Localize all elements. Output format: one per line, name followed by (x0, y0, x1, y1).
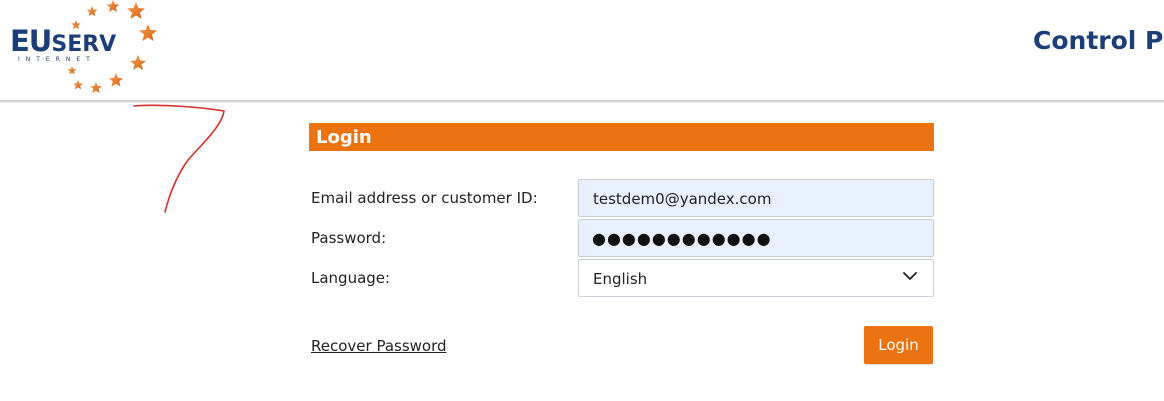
email-value: testdem0@yandex.com (593, 190, 772, 208)
language-row: Language: English (309, 259, 934, 297)
password-label: Password: (311, 229, 387, 247)
chevron-down-icon (903, 272, 917, 280)
password-mask: ●●●●●●●●●●●● (592, 229, 772, 248)
login-button[interactable]: Login (864, 326, 933, 364)
password-field[interactable]: ●●●●●●●●●●●● (578, 219, 934, 257)
page-title: Control P (1033, 26, 1164, 55)
password-row: Password: ●●●●●●●●●●●● (309, 219, 934, 257)
euserv-logo[interactable]: EUSERV INTERNET (0, 0, 170, 100)
language-select[interactable]: English (578, 259, 934, 297)
login-heading: Login (309, 123, 934, 151)
red-pen-annotation (133, 104, 225, 213)
logo-wordmark: EUSERV (10, 24, 117, 58)
login-panel: Login Email address or customer ID: test… (309, 123, 934, 297)
language-label: Language: (311, 269, 391, 287)
language-value: English (593, 270, 648, 288)
email-label: Email address or customer ID: (311, 189, 538, 207)
logo-subtitle: INTERNET (18, 56, 96, 63)
page-header: EUSERV INTERNET Control P (0, 0, 1164, 100)
recover-password-link[interactable]: Recover Password (311, 337, 447, 355)
email-field[interactable]: testdem0@yandex.com (578, 179, 934, 217)
email-row: Email address or customer ID: testdem0@y… (309, 179, 934, 217)
